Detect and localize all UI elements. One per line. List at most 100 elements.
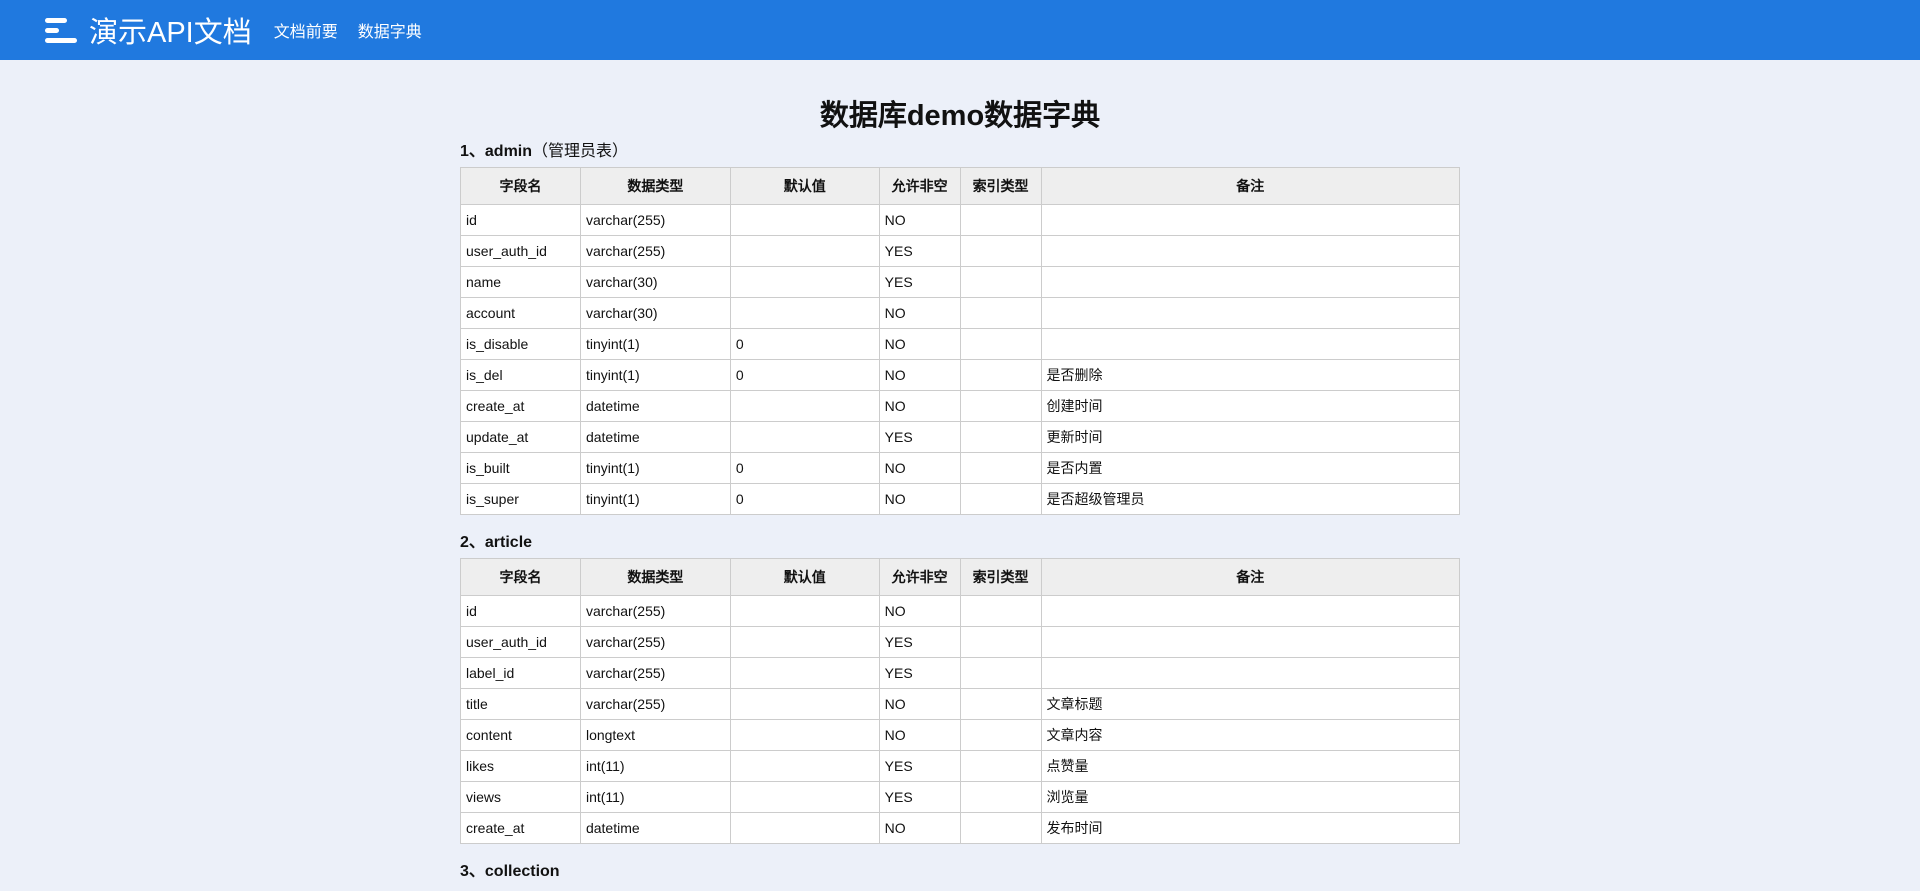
dictionary-table: 字段名 数据类型 默认值 允许非空 索引类型 备注 id varchar(255) NO user… <box>460 167 1461 515</box>
table-cell <box>729 390 880 422</box>
table-cell: NO <box>878 328 961 360</box>
table-name: 1、admin <box>460 143 533 160</box>
table-cell: 是否删除 <box>1040 359 1461 391</box>
table-cell <box>1040 328 1461 360</box>
table-cell: int(11) <box>579 781 731 813</box>
table-section: 2、article 字段名 数据类型 默认值 允许非空 索引类型 备注 id varchar(2… <box>460 525 1461 844</box>
table-row: name varchar(30) YES <box>460 266 1461 298</box>
table-cell <box>959 626 1042 658</box>
table-cell: NO <box>878 688 961 720</box>
menu-icon[interactable] <box>45 17 77 43</box>
table-cell <box>729 626 880 658</box>
table-cell: NO <box>878 719 961 751</box>
column-header: 允许非空 <box>878 558 961 596</box>
table-row: is_built tinyint(1) 0 NO 是否内置 <box>460 452 1461 484</box>
table-row: account varchar(30) NO <box>460 297 1461 329</box>
page-title: 数据库demo数据字典 <box>819 100 1101 132</box>
table-cell: YES <box>878 626 961 658</box>
table-row: update_at datetime YES 更新时间 <box>460 421 1461 453</box>
table-cell: tinyint(1) <box>579 452 731 484</box>
table-cell: NO <box>878 204 961 236</box>
table-cell: YES <box>878 235 961 267</box>
column-header: 索引类型 <box>959 558 1042 596</box>
table-cell <box>959 483 1042 515</box>
table-cell: 点赞量 <box>1040 750 1461 782</box>
column-header: 字段名 <box>460 558 581 596</box>
table-cell: 发布时间 <box>1040 812 1461 844</box>
table-cell: user_auth_id <box>460 235 581 267</box>
table-cell: NO <box>878 595 961 627</box>
table-cell: 更新时间 <box>1040 421 1461 453</box>
table-cell: tinyint(1) <box>579 483 731 515</box>
table-cell: YES <box>878 657 961 689</box>
table-cell: 文章内容 <box>1040 719 1461 751</box>
table-cell: int(11) <box>579 750 731 782</box>
table-cell: datetime <box>579 812 731 844</box>
table-cell: tinyint(1) <box>579 359 731 391</box>
table-cell <box>959 595 1042 627</box>
table-cell <box>959 812 1042 844</box>
table-cell: datetime <box>579 421 731 453</box>
table-cell: is_built <box>460 452 581 484</box>
table-cell: NO <box>878 359 961 391</box>
table-row: user_auth_id varchar(255) YES <box>460 626 1461 658</box>
table-cell <box>959 781 1042 813</box>
table-cell <box>729 657 880 689</box>
table-cell: views <box>460 781 581 813</box>
table-heading: 1、admin（管理员表） <box>460 134 1460 167</box>
table-cell: 是否超级管理员 <box>1040 483 1461 515</box>
table-row: id varchar(255) NO <box>460 204 1461 236</box>
table-cell: 0 <box>729 452 880 484</box>
table-cell <box>1040 235 1461 267</box>
table-cell: id <box>460 204 581 236</box>
column-header: 默认值 <box>729 167 880 205</box>
table-cell <box>729 719 880 751</box>
table-row: id varchar(255) NO <box>460 595 1461 627</box>
top-navbar: 演示API文档 文档前要 数据字典 <box>0 0 1920 60</box>
table-section: 1、admin（管理员表） 字段名 数据类型 默认值 允许非空 索引类型 备注 id varch… <box>460 134 1461 515</box>
table-cell <box>959 266 1042 298</box>
table-heading: 2、article <box>460 525 1460 558</box>
table-cell <box>729 812 880 844</box>
table-cell: varchar(255) <box>579 595 731 627</box>
column-header: 数据类型 <box>579 167 731 205</box>
table-cell: is_super <box>460 483 581 515</box>
table-cell: 0 <box>729 328 880 360</box>
table-name: 3、collection <box>460 863 560 880</box>
brand-title[interactable]: 演示API文档 <box>89 9 252 51</box>
table-cell <box>1040 626 1461 658</box>
table-cell <box>959 359 1042 391</box>
table-cell: user_auth_id <box>460 626 581 658</box>
table-cell: label_id <box>460 657 581 689</box>
table-cell: 创建时间 <box>1040 390 1461 422</box>
column-header: 字段名 <box>460 167 581 205</box>
nav-data-dictionary[interactable]: 数据字典 <box>358 18 422 42</box>
content: 1、admin（管理员表） 字段名 数据类型 默认值 允许非空 索引类型 备注 id varch… <box>0 134 1920 887</box>
table-section: 3、collection <box>460 854 1460 887</box>
table-cell: varchar(255) <box>579 657 731 689</box>
column-header: 备注 <box>1040 167 1461 205</box>
table-cell <box>1040 595 1461 627</box>
table-cell: 是否内置 <box>1040 452 1461 484</box>
table-cell <box>729 781 880 813</box>
table-row: user_auth_id varchar(255) YES <box>460 235 1461 267</box>
table-cell: 0 <box>729 483 880 515</box>
table-cell <box>959 750 1042 782</box>
table-cell: YES <box>878 750 961 782</box>
table-cell: datetime <box>579 390 731 422</box>
table-cell: NO <box>878 297 961 329</box>
table-cell: account <box>460 297 581 329</box>
table-row: is_disable tinyint(1) 0 NO <box>460 328 1461 360</box>
table-cell <box>1040 266 1461 298</box>
header-row: 字段名 数据类型 默认值 允许非空 索引类型 备注 <box>460 558 1461 596</box>
table-row: views int(11) YES 浏览量 <box>460 781 1461 813</box>
table-cell <box>959 657 1042 689</box>
table-cell: NO <box>878 390 961 422</box>
table-cell: create_at <box>460 390 581 422</box>
table-cell: NO <box>878 812 961 844</box>
table-cell: 0 <box>729 359 880 391</box>
table-cell <box>729 688 880 720</box>
table-cell: name <box>460 266 581 298</box>
column-header: 数据类型 <box>579 558 731 596</box>
nav-overview[interactable]: 文档前要 <box>274 18 338 42</box>
